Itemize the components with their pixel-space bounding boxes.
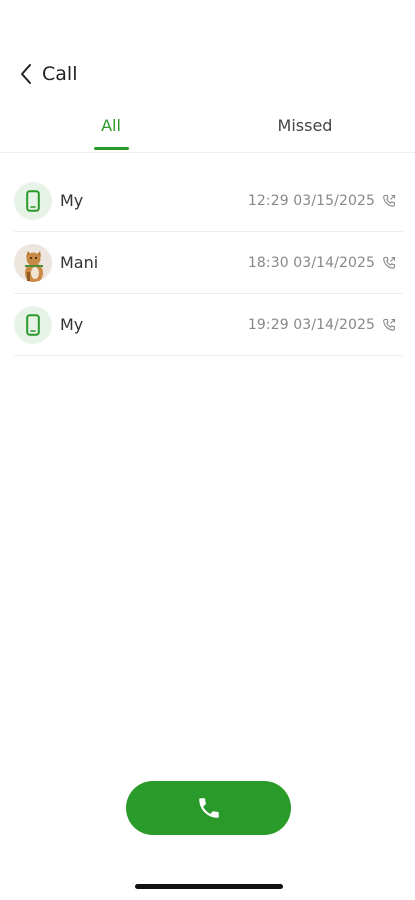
avatar — [14, 243, 52, 282]
call-log-row[interactable]: Mani 18:30 03/14/2025 — [14, 232, 403, 294]
avatar — [14, 181, 52, 220]
back-button[interactable] — [14, 54, 38, 94]
tab-missed[interactable]: Missed — [250, 100, 360, 150]
phone-device-icon — [26, 313, 40, 336]
cat-photo — [14, 243, 52, 282]
page-title: Call — [42, 63, 78, 85]
outgoing-call-icon — [381, 193, 397, 209]
call-time: 18:30 03/14/2025 — [247, 254, 375, 271]
outgoing-call-icon — [381, 255, 397, 271]
phone-icon — [198, 798, 219, 818]
call-time: 12:29 03/15/2025 — [247, 192, 375, 209]
avatar — [14, 305, 52, 344]
home-indicator — [135, 884, 283, 889]
chevron-left-icon — [21, 64, 31, 84]
contact-name: My — [60, 315, 84, 334]
call-log-list: My 12:29 03/15/2025 Mani 18:30 03/14/202… — [14, 170, 403, 356]
outgoing-call-icon — [381, 317, 397, 333]
call-log-row[interactable]: My 12:29 03/15/2025 — [14, 170, 403, 232]
contact-name: Mani — [60, 253, 99, 272]
active-tab-indicator — [94, 147, 129, 150]
call-time: 19:29 03/14/2025 — [247, 316, 375, 333]
call-button[interactable] — [126, 781, 291, 835]
phone-device-icon — [26, 189, 40, 212]
tab-bar: All Missed — [0, 100, 415, 153]
top-bar: Call — [14, 52, 77, 96]
tab-all[interactable]: All — [72, 100, 150, 150]
contact-name: My — [60, 191, 84, 210]
call-log-row[interactable]: My 19:29 03/14/2025 — [14, 294, 403, 356]
